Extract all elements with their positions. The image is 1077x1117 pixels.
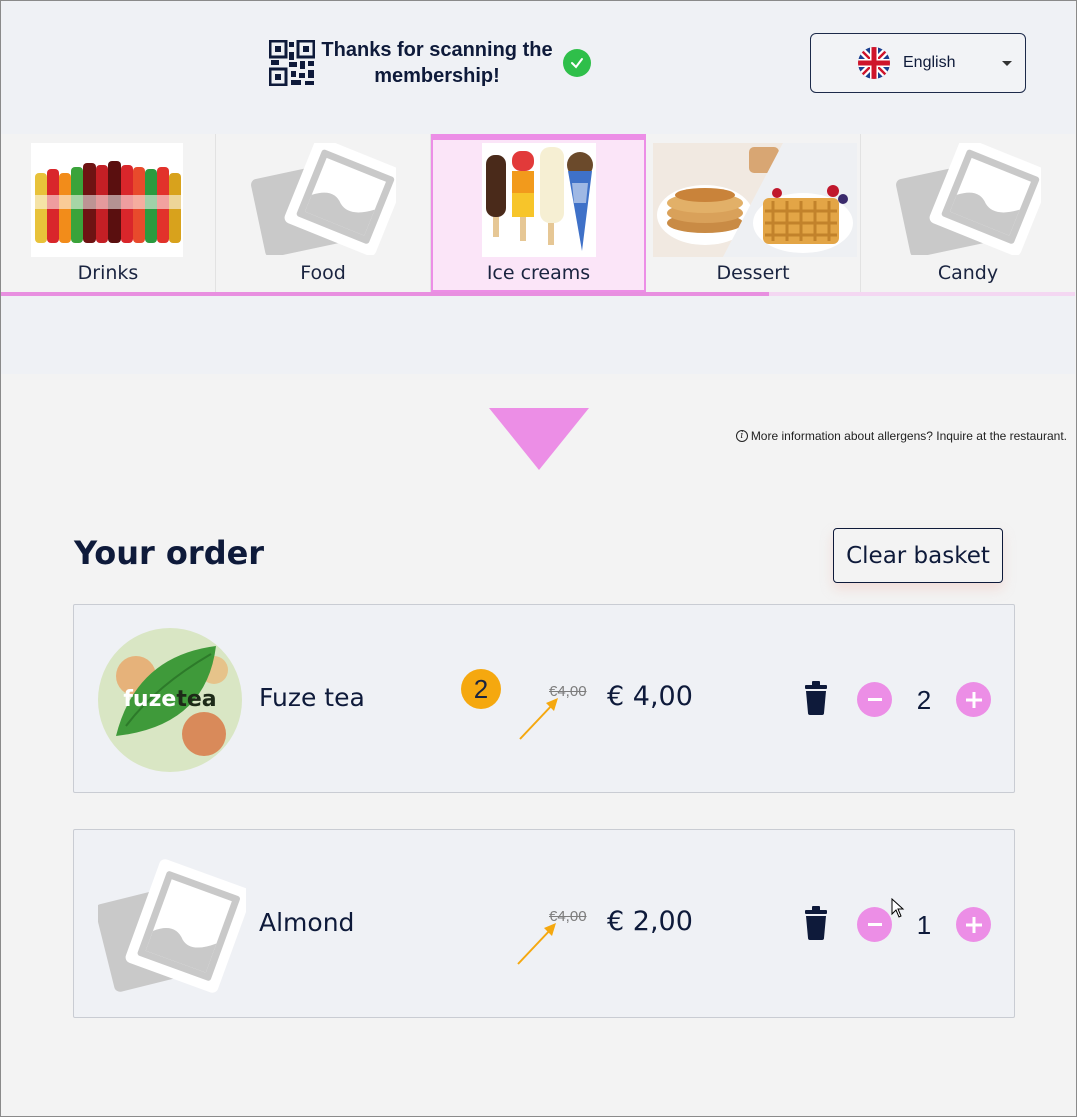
increase-quantity-button[interactable]: [956, 907, 991, 942]
order-title: Your order: [74, 534, 265, 572]
plus-icon: [965, 916, 982, 933]
product-area-top: [1, 296, 1075, 374]
mouse-cursor-icon: [891, 898, 905, 918]
dessert-image: [653, 143, 857, 257]
annotation-arrow-icon: [519, 698, 558, 740]
category-tabs: Drinks Food Ice creams Dessert Candy: [1, 134, 1075, 296]
svg-text:fuzetea: fuzetea: [123, 687, 216, 712]
annotation-arrow-icon: [517, 923, 556, 965]
clear-basket-button[interactable]: Clear basket: [833, 528, 1003, 583]
allergen-info: i More information about allergens? Inqu…: [735, 429, 1067, 443]
placeholder-image-icon: [98, 859, 246, 993]
membership-scan-message: Thanks for scanning the membership!: [269, 37, 591, 89]
item-price: € 2,00: [607, 906, 693, 937]
order-item: fuzetea Fuze tea 2 €4,00 € 4,00 2: [73, 604, 1015, 793]
tab-ice-creams[interactable]: Ice creams: [431, 134, 646, 292]
tab-drinks[interactable]: Drinks: [1, 134, 216, 292]
item-price: € 4,00: [607, 681, 693, 712]
tab-label: Dessert: [716, 262, 790, 284]
tab-candy[interactable]: Candy: [861, 134, 1075, 292]
placeholder-image-icon: [251, 143, 396, 255]
original-price: €4,00: [549, 683, 587, 700]
tab-food[interactable]: Food: [216, 134, 431, 292]
minus-icon: [867, 697, 882, 701]
uk-flag-icon: [858, 47, 890, 79]
increase-quantity-button[interactable]: [956, 682, 991, 717]
trash-icon[interactable]: [803, 681, 829, 715]
placeholder-image-icon: [896, 143, 1041, 255]
order-item: Almond €4,00 € 2,00 1: [73, 829, 1015, 1018]
tab-label: Drinks: [77, 262, 139, 284]
fuze-tea-image: fuzetea: [98, 628, 242, 772]
drinks-image: [31, 143, 183, 257]
allergen-note: More information about allergens? Inquir…: [750, 429, 1067, 443]
original-price: €4,00: [549, 908, 587, 925]
decrease-quantity-button[interactable]: [857, 907, 892, 942]
ice-creams-image: [482, 143, 596, 257]
decrease-quantity-button[interactable]: [857, 682, 892, 717]
item-name: Almond: [259, 908, 355, 937]
tab-dessert[interactable]: Dessert: [646, 134, 861, 292]
annotation-badge: 2: [461, 669, 501, 709]
language-label: English: [903, 54, 956, 71]
tab-label: Ice creams: [486, 262, 591, 284]
item-name: Fuze tea: [259, 683, 365, 712]
info-icon: i: [735, 430, 748, 442]
scan-message-text: Thanks for scanning the membership!: [321, 39, 553, 87]
tab-label: Candy: [937, 262, 999, 284]
check-icon: [563, 49, 591, 77]
collapse-arrow-icon[interactable]: [489, 408, 589, 470]
trash-icon[interactable]: [803, 906, 829, 940]
quantity-value: 2: [916, 685, 932, 715]
qr-code-icon: [269, 40, 315, 86]
chevron-down-icon: [1002, 61, 1012, 66]
header: Thanks for scanning the membership! Engl…: [1, 1, 1075, 134]
plus-icon: [965, 691, 982, 708]
minus-icon: [867, 922, 882, 926]
tab-label: Food: [300, 262, 346, 284]
language-select[interactable]: English: [810, 33, 1026, 93]
